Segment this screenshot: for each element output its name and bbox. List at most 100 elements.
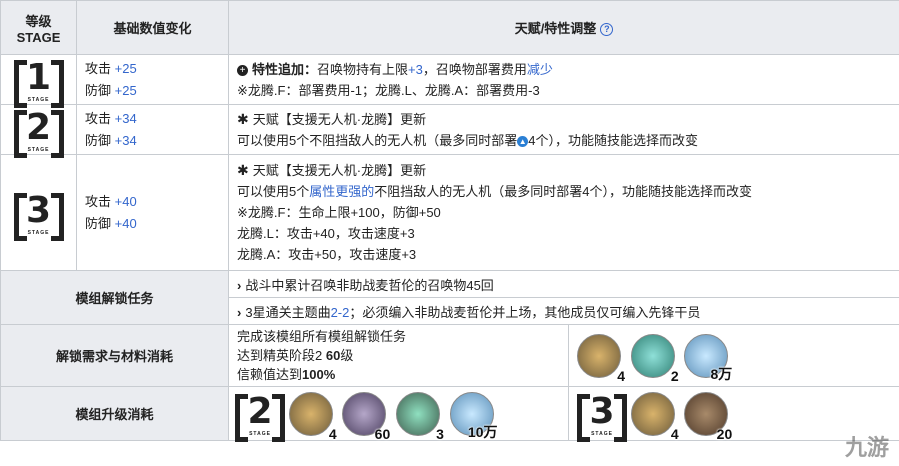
trait-text: 召唤物持有上限 [317, 61, 409, 77]
stat-value: +34 [114, 132, 137, 148]
material-item[interactable]: 10万 [449, 391, 498, 440]
material-count: 60 [374, 425, 391, 442]
trait-value: +3 [408, 61, 423, 77]
talent-note: 龙腾.A：攻击+50，攻击速度+3 [237, 247, 417, 262]
stage-number: 2 [25, 106, 52, 148]
stat-name: 防御 [85, 215, 112, 231]
module-data-icon [288, 391, 333, 436]
requirement-text: 级 [340, 348, 354, 363]
stat-name: 防御 [85, 132, 112, 148]
material-count: 8万 [710, 365, 733, 382]
talent-title: 天赋【支援无人机·龙腾】更新 [252, 163, 427, 178]
material-icon [395, 391, 440, 436]
material-count: 20 [716, 425, 733, 442]
material-item[interactable]: 60 [342, 391, 390, 442]
stage-2-badge: 2 STAGE [13, 106, 64, 158]
talent-header-label: 天赋/特性调整 [514, 21, 597, 36]
stage-2-badge: 2 STAGE [235, 391, 285, 442]
trait-prefix: 特性追加： [252, 61, 318, 77]
task-text: 3星通关主题曲 [245, 304, 331, 320]
talent-cell: ✱ 天赋【支援无人机·龙腾】更新 可以使用5个不阻挡敌人的无人机（最多同时部署 ▲ 4… [228, 104, 899, 155]
material-item[interactable]: 4 [577, 333, 625, 384]
trait-text: ，召唤物部署费用 [422, 61, 527, 77]
stage-number: 3 [25, 189, 52, 231]
stat-name: 防御 [85, 82, 112, 98]
watermark-logo: 九游 [844, 435, 889, 460]
stage-number: 3 [589, 390, 615, 432]
stage-badge-cell: 3 STAGE [0, 154, 77, 271]
stage-label: STAGE [27, 229, 50, 236]
task-1: › 战斗中累计召唤非助战麦哲伦的召唤物45回 [228, 270, 899, 298]
stats-header: 基础数值变化 [76, 0, 229, 55]
stage-header-line1: 等级 [25, 13, 52, 29]
stage-header: 等级 STAGE [0, 0, 77, 55]
stage-link[interactable]: 2-2 [331, 305, 350, 320]
stat-name: 攻击 [85, 193, 112, 209]
stage-row-3: 3 STAGE 攻击 +40 防御 +40 ✱ 天赋【支援无人机·龙腾】更新 可以使… [0, 154, 899, 271]
module-table: 等级 STAGE 基础数值变化 天赋/特性调整? 1 STAGE 攻击 +25 防… [0, 0, 899, 442]
material-count: 4 [328, 425, 337, 442]
unlock-label: 解锁需求与材料消耗 [0, 324, 229, 387]
header-row: 等级 STAGE 基础数值变化 天赋/特性调整? [0, 0, 899, 55]
requirement-level: 60 [325, 348, 341, 363]
talent-note: ※龙腾.F：生命上限+100，防御+50 [237, 205, 441, 220]
stage-badge-cell: 1 STAGE [0, 54, 77, 108]
stat-value: +34 [114, 110, 137, 126]
unlock-requirements: 完成该模组所有模组解锁任务 达到精英阶段2 60级 信赖值达到100% [228, 324, 569, 387]
stage-label: STAGE [27, 96, 50, 103]
material-item[interactable]: 8万 [684, 333, 732, 382]
upgrade-row: 模组升级消耗 2 STAGE 4 60 3 10万 3 STAGE 4 20 [0, 386, 899, 442]
unlock-materials: 4 2 8万 [568, 324, 899, 387]
material-item[interactable]: 20 [684, 391, 732, 442]
talent-note: 龙腾.L：攻击+40，攻击速度+3 [237, 226, 415, 241]
material-count: 3 [436, 425, 444, 442]
talent-text: 4个），功能随技能选择而改变 [528, 132, 698, 148]
stat-value: +25 [114, 82, 137, 98]
upgrade-stage-2: 2 STAGE 4 60 3 10万 [228, 386, 569, 442]
stats-cell: 攻击 +25 防御 +25 [76, 54, 229, 105]
help-icon[interactable]: ? [600, 23, 614, 37]
upgrade-label: 模组升级消耗 [0, 386, 229, 441]
talent-link[interactable]: 属性更强的 [309, 184, 374, 199]
stage-header-line2: STAGE [16, 29, 61, 45]
requirement-text: 达到精英阶段2 [237, 348, 326, 363]
talent-cell: + 特性追加：召唤物持有上限+3，召唤物部署费用减少 ※龙腾.F：部署费用-1；龙… [228, 54, 899, 105]
material-item[interactable]: 4 [630, 391, 679, 442]
material-count: 10万 [467, 423, 498, 440]
talent-header: 天赋/特性调整? [228, 0, 899, 55]
stage-row-1: 1 STAGE 攻击 +25 防御 +25 + 特性追加：召唤物持有上限+3，召唤物… [0, 54, 899, 108]
stage-label: STAGE [27, 146, 50, 153]
asterisk-icon: ✱ [237, 110, 249, 127]
talent-cell: ✱ 天赋【支援无人机·龙腾】更新 可以使用5个属性更强的不阻挡敌人的无人机（最多同… [228, 154, 899, 271]
module-data-icon [577, 333, 621, 378]
trait-link[interactable]: 减少 [527, 62, 553, 77]
stat-value: +25 [114, 60, 137, 76]
material-item[interactable]: 2 [630, 333, 679, 384]
talent-text: 可以使用5个 [237, 184, 310, 199]
asterisk-icon: ✱ [237, 162, 249, 178]
requirement-text: 信赖值达到 [237, 367, 303, 382]
plus-icon: + [237, 64, 248, 76]
material-item[interactable]: 4 [288, 391, 337, 442]
stat-name: 攻击 [85, 60, 112, 76]
stat-value: +40 [114, 193, 137, 209]
stage-label: STAGE [249, 430, 271, 437]
chevron-right-icon: › [237, 304, 242, 320]
requirement-text: 完成该模组所有模组解锁任务 [237, 329, 407, 344]
task-text: ；必须编入非助战麦哲伦并上场，其他成员仅可编入先锋干员 [349, 304, 701, 320]
material-count: 4 [617, 367, 625, 384]
task-2: › 3星通关主题曲2-2；必须编入非助战麦哲伦并上场，其他成员仅可编入先锋干员 [228, 297, 899, 325]
task-text: 战斗中累计召唤非助战麦哲伦的召唤物45回 [245, 277, 494, 293]
stage-3-badge: 3 STAGE [577, 390, 627, 442]
task-row-1: 模组解锁任务 › 战斗中累计召唤非助战麦哲伦的召唤物45回 [0, 270, 899, 325]
stage-number: 1 [25, 56, 52, 98]
trait-note: ※龙腾.F：部署费用-1；龙腾.L、龙腾.A：部署费用-3 [237, 82, 540, 98]
stat-name: 攻击 [85, 110, 112, 126]
stats-cell: 攻击 +34 防御 +34 [76, 104, 229, 155]
arrow-up-icon: ▲ [517, 135, 529, 147]
talent-text: 可以使用5个不阻挡敌人的无人机（最多同时部署 [237, 132, 518, 148]
unlock-row: 解锁需求与材料消耗 完成该模组所有模组解锁任务 达到精英阶段2 60级 信赖值达… [0, 324, 899, 387]
module-data-icon [630, 391, 675, 436]
material-item[interactable]: 3 [395, 391, 444, 442]
chip-icon [630, 333, 675, 378]
